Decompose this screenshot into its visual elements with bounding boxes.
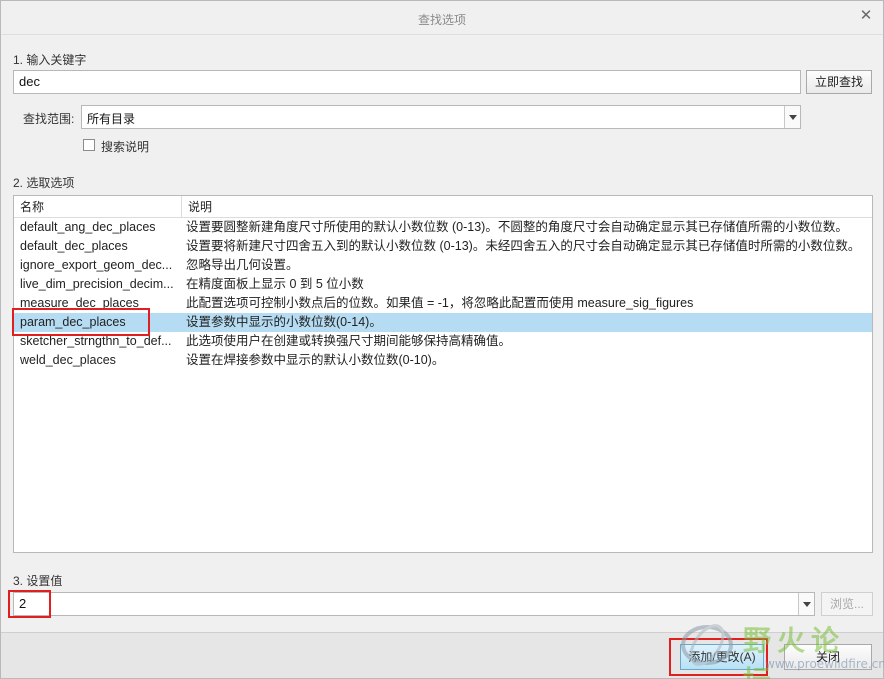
- search-desc-label: 搜索说明: [101, 140, 150, 154]
- chevron-down-icon[interactable]: [784, 106, 800, 128]
- option-desc: 此配置选项可控制小数点后的位数。如果值 = -1，将忽略此配置而使用 measu…: [186, 296, 694, 310]
- browse-button[interactable]: 浏览...: [821, 592, 873, 616]
- scope-label: 查找范围:: [23, 112, 75, 126]
- table-row[interactable]: live_dim_precision_decim... 在精度面板上显示 0 到…: [14, 275, 872, 294]
- option-desc: 在精度面板上显示 0 到 5 位小数: [186, 277, 364, 291]
- setting-value-text: 2: [19, 596, 27, 611]
- window-title: 查找选项: [417, 13, 466, 27]
- option-name: default_ang_dec_places: [20, 220, 156, 234]
- section-options-label: 2. 选取选项: [13, 176, 75, 190]
- option-desc: 设置要圆整新建角度尺寸所使用的默认小数位数 (0-13)。不圆整的角度尺寸会自动…: [186, 220, 848, 234]
- column-header-name[interactable]: 名称: [14, 196, 182, 218]
- scope-selected-value: 所有目录: [87, 112, 136, 126]
- table-row[interactable]: weld_dec_places 设置在焊接参数中显示的默认小数位数(0-10)。: [14, 351, 872, 370]
- table-header: 名称 说明: [14, 196, 872, 218]
- close-icon[interactable]: ✕: [859, 8, 873, 23]
- setting-value-combo[interactable]: 2: [13, 592, 815, 616]
- table-row-selected[interactable]: param_dec_places 设置参数中显示的小数位数(0-14)。: [14, 313, 872, 332]
- option-desc: 忽略导出几何设置。: [186, 258, 299, 272]
- table-row[interactable]: default_dec_places 设置要将新建尺寸四舍五入到的默认小数位数 …: [14, 237, 872, 256]
- section-keyword-label: 1. 输入关键字: [13, 53, 87, 67]
- options-table: 名称 说明 default_ang_dec_places 设置要圆整新建角度尺寸…: [13, 195, 873, 553]
- table-row[interactable]: measure_dec_places 此配置选项可控制小数点后的位数。如果值 =…: [14, 294, 872, 313]
- keyword-input[interactable]: dec: [13, 70, 801, 94]
- option-name: default_dec_places: [20, 239, 128, 253]
- option-name: param_dec_places: [20, 315, 126, 329]
- chevron-down-icon[interactable]: [798, 593, 814, 615]
- option-name: weld_dec_places: [20, 353, 116, 367]
- title-bar: 查找选项 ✕: [1, 1, 883, 35]
- option-name: live_dim_precision_decim...: [20, 277, 174, 291]
- option-desc: 此选项使用户在创建或转换强尺寸期间能够保持高精确值。: [186, 334, 512, 348]
- table-row[interactable]: sketcher_strngthn_to_def... 此选项使用户在创建或转换…: [14, 332, 872, 351]
- scope-select[interactable]: 所有目录: [81, 105, 801, 129]
- close-button[interactable]: 关闭: [784, 644, 872, 670]
- option-desc: 设置要将新建尺寸四舍五入到的默认小数位数 (0-13)。未经四舍五入的尺寸会自动…: [186, 239, 861, 253]
- find-options-dialog: 查找选项 ✕ 1. 输入关键字 dec 立即查找 查找范围: 所有目录 搜索说明…: [0, 0, 884, 679]
- option-name: sketcher_strngthn_to_def...: [20, 334, 172, 348]
- option-desc: 设置参数中显示的小数位数(0-14)。: [186, 315, 382, 329]
- search-now-button[interactable]: 立即查找: [806, 70, 872, 94]
- table-row[interactable]: ignore_export_geom_dec... 忽略导出几何设置。: [14, 256, 872, 275]
- add-change-button[interactable]: 添加/更改(A): [680, 644, 764, 670]
- table-row[interactable]: default_ang_dec_places 设置要圆整新建角度尺寸所使用的默认…: [14, 218, 872, 237]
- option-name: measure_dec_places: [20, 296, 139, 310]
- search-desc-checkbox[interactable]: [83, 139, 95, 151]
- column-header-desc[interactable]: 说明: [182, 196, 872, 218]
- section-value-label: 3. 设置值: [13, 574, 63, 588]
- option-desc: 设置在焊接参数中显示的默认小数位数(0-10)。: [186, 353, 445, 367]
- option-name: ignore_export_geom_dec...: [20, 258, 173, 272]
